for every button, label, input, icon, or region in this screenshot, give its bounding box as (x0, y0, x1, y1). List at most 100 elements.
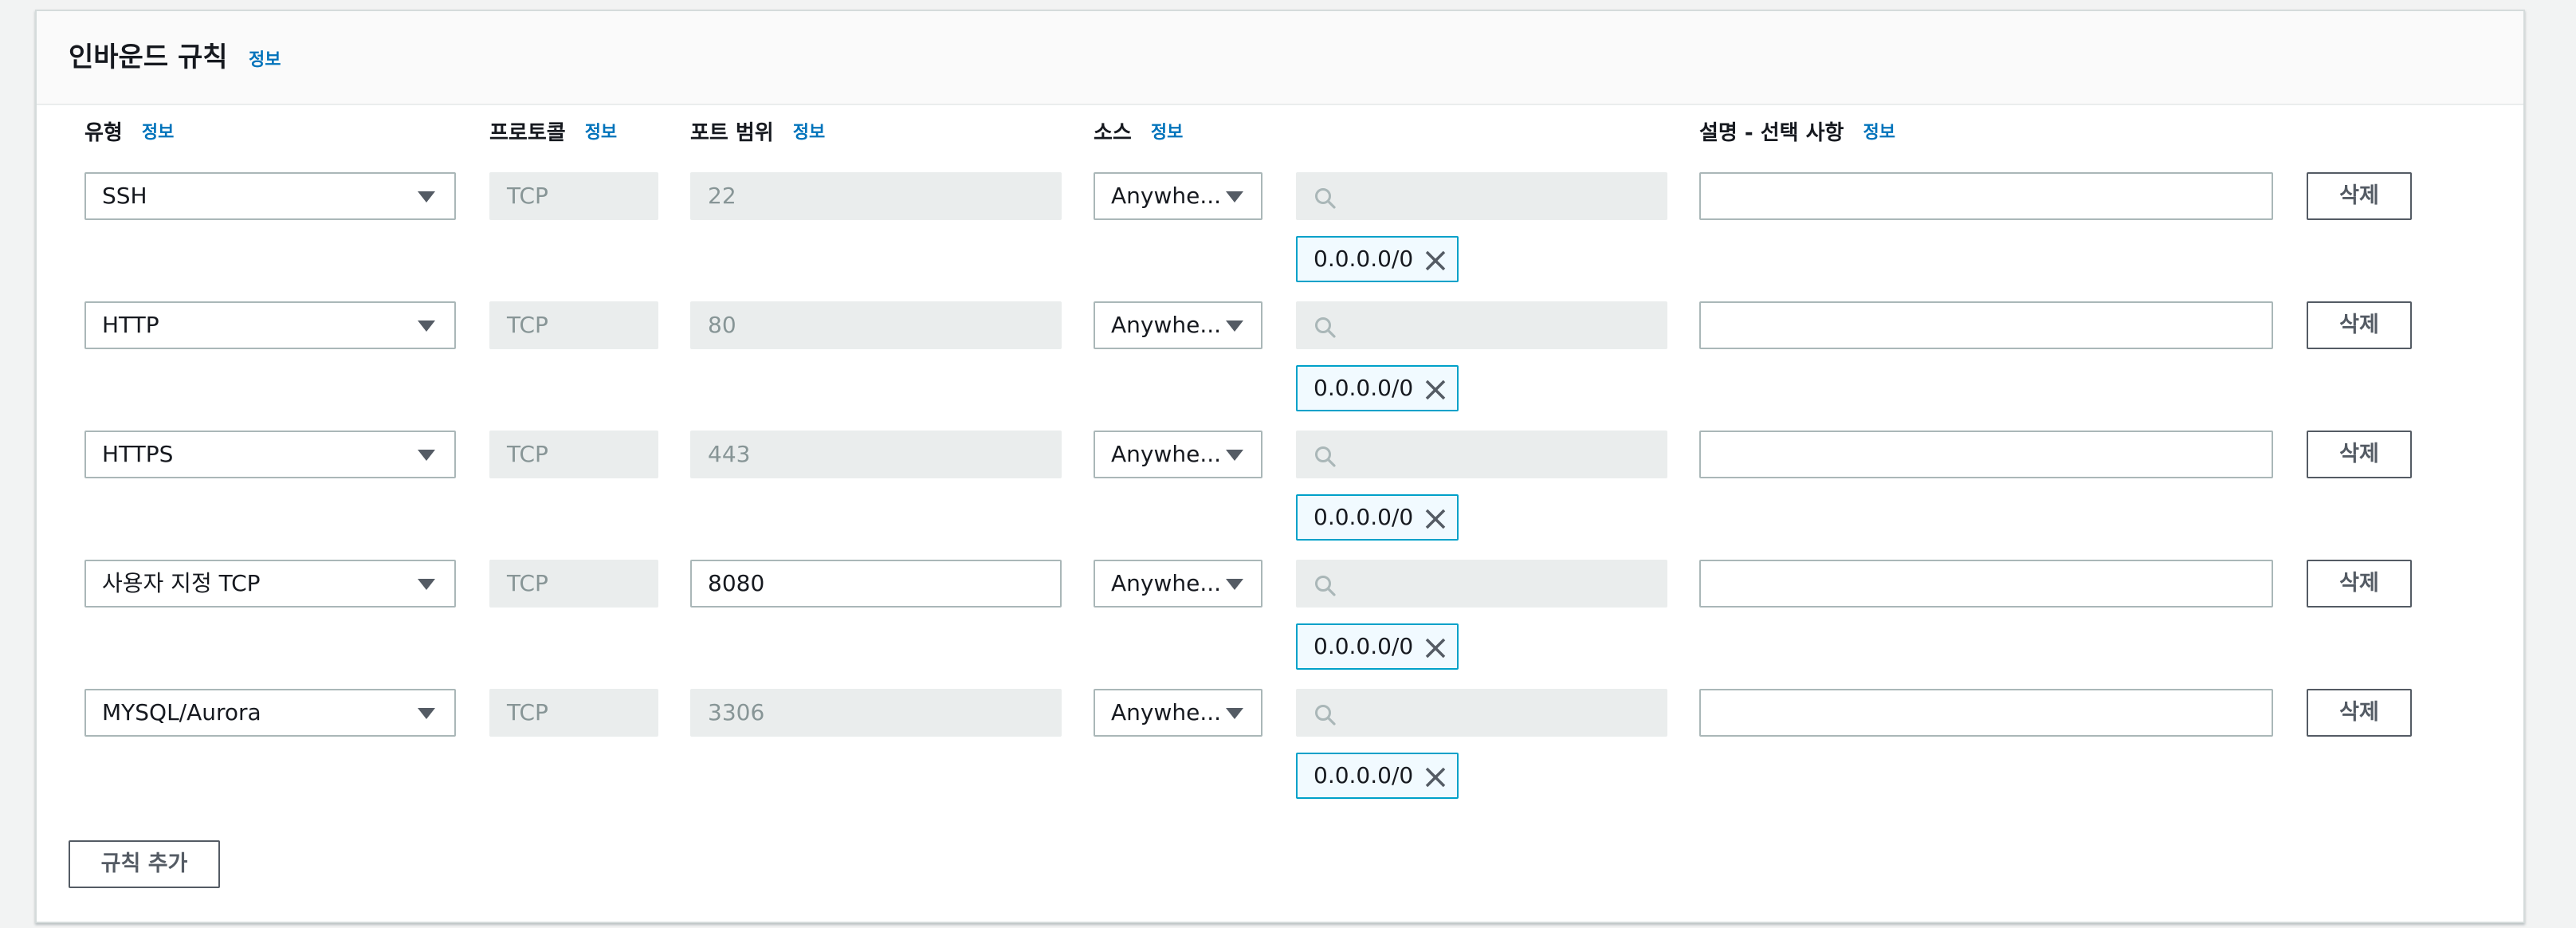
search-icon (1315, 188, 1336, 209)
protocol-field: TCP (489, 560, 658, 608)
column-label-source: 소스 (1094, 120, 1132, 145)
cidr-search-input[interactable] (1296, 689, 1667, 737)
search-icon (1315, 705, 1336, 725)
type-select[interactable]: HTTP (84, 301, 456, 349)
column-label-port-range: 포트 범위 (690, 120, 774, 145)
rule-row: HTTP TCP 80 Anywhe... 0.0.0.0/0 삭제 (37, 301, 2523, 431)
rule-row: SSH TCP 22 Anywhe... 0.0.0.0/0 삭제 (37, 172, 2523, 301)
cidr-search-input[interactable] (1296, 560, 1667, 608)
column-label-type: 유형 (84, 120, 123, 145)
close-icon[interactable] (1422, 764, 1449, 791)
column-label-protocol: 프로토콜 (489, 120, 566, 145)
port-range-field[interactable]: 3306 (690, 689, 1062, 737)
column-header-port-range: 포트 범위 정보 (690, 115, 825, 147)
port-range-info-link[interactable]: 정보 (793, 118, 825, 144)
cidr-search-input[interactable] (1296, 172, 1667, 220)
type-select[interactable]: HTTPS (84, 431, 456, 478)
port-range-field[interactable]: 22 (690, 172, 1062, 220)
caret-down-icon (418, 320, 435, 332)
source-select[interactable]: Anywhe... (1094, 560, 1262, 608)
source-select[interactable]: Anywhe... (1094, 172, 1262, 220)
type-select-value: SSH (102, 183, 147, 209)
type-select-value: MYSQL/Aurora (102, 699, 261, 725)
protocol-field: TCP (489, 431, 658, 478)
close-icon[interactable] (1422, 247, 1449, 274)
rule-row: HTTPS TCP 443 Anywhe... 0.0.0.0/0 삭제 (37, 431, 2523, 560)
close-icon[interactable] (1422, 505, 1449, 533)
caret-down-icon (1226, 320, 1243, 332)
port-range-field[interactable]: 443 (690, 431, 1062, 478)
protocol-info-link[interactable]: 정보 (585, 118, 617, 144)
delete-rule-button[interactable]: 삭제 (2307, 689, 2412, 737)
description-input[interactable] (1699, 431, 2273, 478)
cidr-token: 0.0.0.0/0 (1296, 494, 1459, 541)
type-select-value: 사용자 지정 TCP (102, 570, 261, 596)
caret-down-icon (418, 708, 435, 719)
panel-title: 인바운드 규칙 (69, 41, 228, 73)
column-header-description: 설명 - 선택 사항 정보 (1699, 115, 1895, 147)
type-select-value: HTTPS (102, 441, 174, 467)
cidr-token-label: 0.0.0.0/0 (1314, 762, 1414, 788)
description-info-link[interactable]: 정보 (1863, 118, 1895, 144)
column-header-type: 유형 정보 (84, 115, 174, 147)
search-icon (1315, 446, 1336, 467)
description-input[interactable] (1699, 689, 2273, 737)
add-rule-button[interactable]: 규칙 추가 (69, 840, 220, 888)
rule-row: MYSQL/Aurora TCP 3306 Anywhe... 0.0.0.0/… (37, 689, 2523, 818)
source-select-value: Anywhe... (1111, 312, 1222, 338)
port-range-field[interactable]: 8080 (690, 560, 1062, 608)
protocol-field: TCP (489, 172, 658, 220)
column-header-source: 소스 정보 (1094, 115, 1183, 147)
caret-down-icon (1226, 579, 1243, 590)
cidr-token-label: 0.0.0.0/0 (1314, 633, 1414, 659)
delete-rule-button[interactable]: 삭제 (2307, 301, 2412, 349)
close-icon[interactable] (1422, 635, 1449, 662)
source-info-link[interactable]: 정보 (1151, 118, 1183, 144)
source-select-value: Anywhe... (1111, 183, 1222, 209)
type-select[interactable]: SSH (84, 172, 456, 220)
close-icon[interactable] (1422, 376, 1449, 403)
inbound-rules-panel: 인바운드 규칙 정보 유형 정보 프로토콜 정보 포트 범위 정보 소스 정보 … (35, 10, 2525, 923)
column-label-description: 설명 - 선택 사항 (1699, 120, 1844, 145)
protocol-field: TCP (489, 689, 658, 737)
panel-header: 인바운드 규칙 정보 (37, 11, 2523, 105)
search-icon (1315, 317, 1336, 338)
panel-info-link[interactable]: 정보 (249, 49, 281, 72)
source-select[interactable]: Anywhe... (1094, 301, 1262, 349)
caret-down-icon (418, 191, 435, 203)
cidr-token: 0.0.0.0/0 (1296, 753, 1459, 799)
cidr-search-input[interactable] (1296, 431, 1667, 478)
delete-rule-button[interactable]: 삭제 (2307, 431, 2412, 478)
type-select[interactable]: MYSQL/Aurora (84, 689, 456, 737)
type-select[interactable]: 사용자 지정 TCP (84, 560, 456, 608)
rule-row: 사용자 지정 TCP TCP 8080 Anywhe... 0.0.0.0/0 … (37, 560, 2523, 689)
description-input[interactable] (1699, 172, 2273, 220)
caret-down-icon (418, 450, 435, 461)
source-select[interactable]: Anywhe... (1094, 689, 1262, 737)
source-select-value: Anywhe... (1111, 441, 1222, 467)
cidr-token: 0.0.0.0/0 (1296, 236, 1459, 282)
delete-rule-button[interactable]: 삭제 (2307, 172, 2412, 220)
type-info-link[interactable]: 정보 (142, 118, 174, 144)
column-header-protocol: 프로토콜 정보 (489, 115, 617, 147)
description-input[interactable] (1699, 560, 2273, 608)
source-select-value: Anywhe... (1111, 699, 1222, 725)
description-input[interactable] (1699, 301, 2273, 349)
caret-down-icon (1226, 450, 1243, 461)
caret-down-icon (418, 579, 435, 590)
search-icon (1315, 576, 1336, 596)
cidr-token: 0.0.0.0/0 (1296, 623, 1459, 670)
source-select[interactable]: Anywhe... (1094, 431, 1262, 478)
cidr-token-label: 0.0.0.0/0 (1314, 246, 1414, 272)
type-select-value: HTTP (102, 312, 159, 338)
cidr-token-label: 0.0.0.0/0 (1314, 375, 1414, 401)
cidr-token: 0.0.0.0/0 (1296, 365, 1459, 411)
cidr-token-label: 0.0.0.0/0 (1314, 504, 1414, 530)
delete-rule-button[interactable]: 삭제 (2307, 560, 2412, 608)
source-select-value: Anywhe... (1111, 570, 1222, 596)
protocol-field: TCP (489, 301, 658, 349)
cidr-search-input[interactable] (1296, 301, 1667, 349)
port-range-field[interactable]: 80 (690, 301, 1062, 349)
caret-down-icon (1226, 708, 1243, 719)
caret-down-icon (1226, 191, 1243, 203)
